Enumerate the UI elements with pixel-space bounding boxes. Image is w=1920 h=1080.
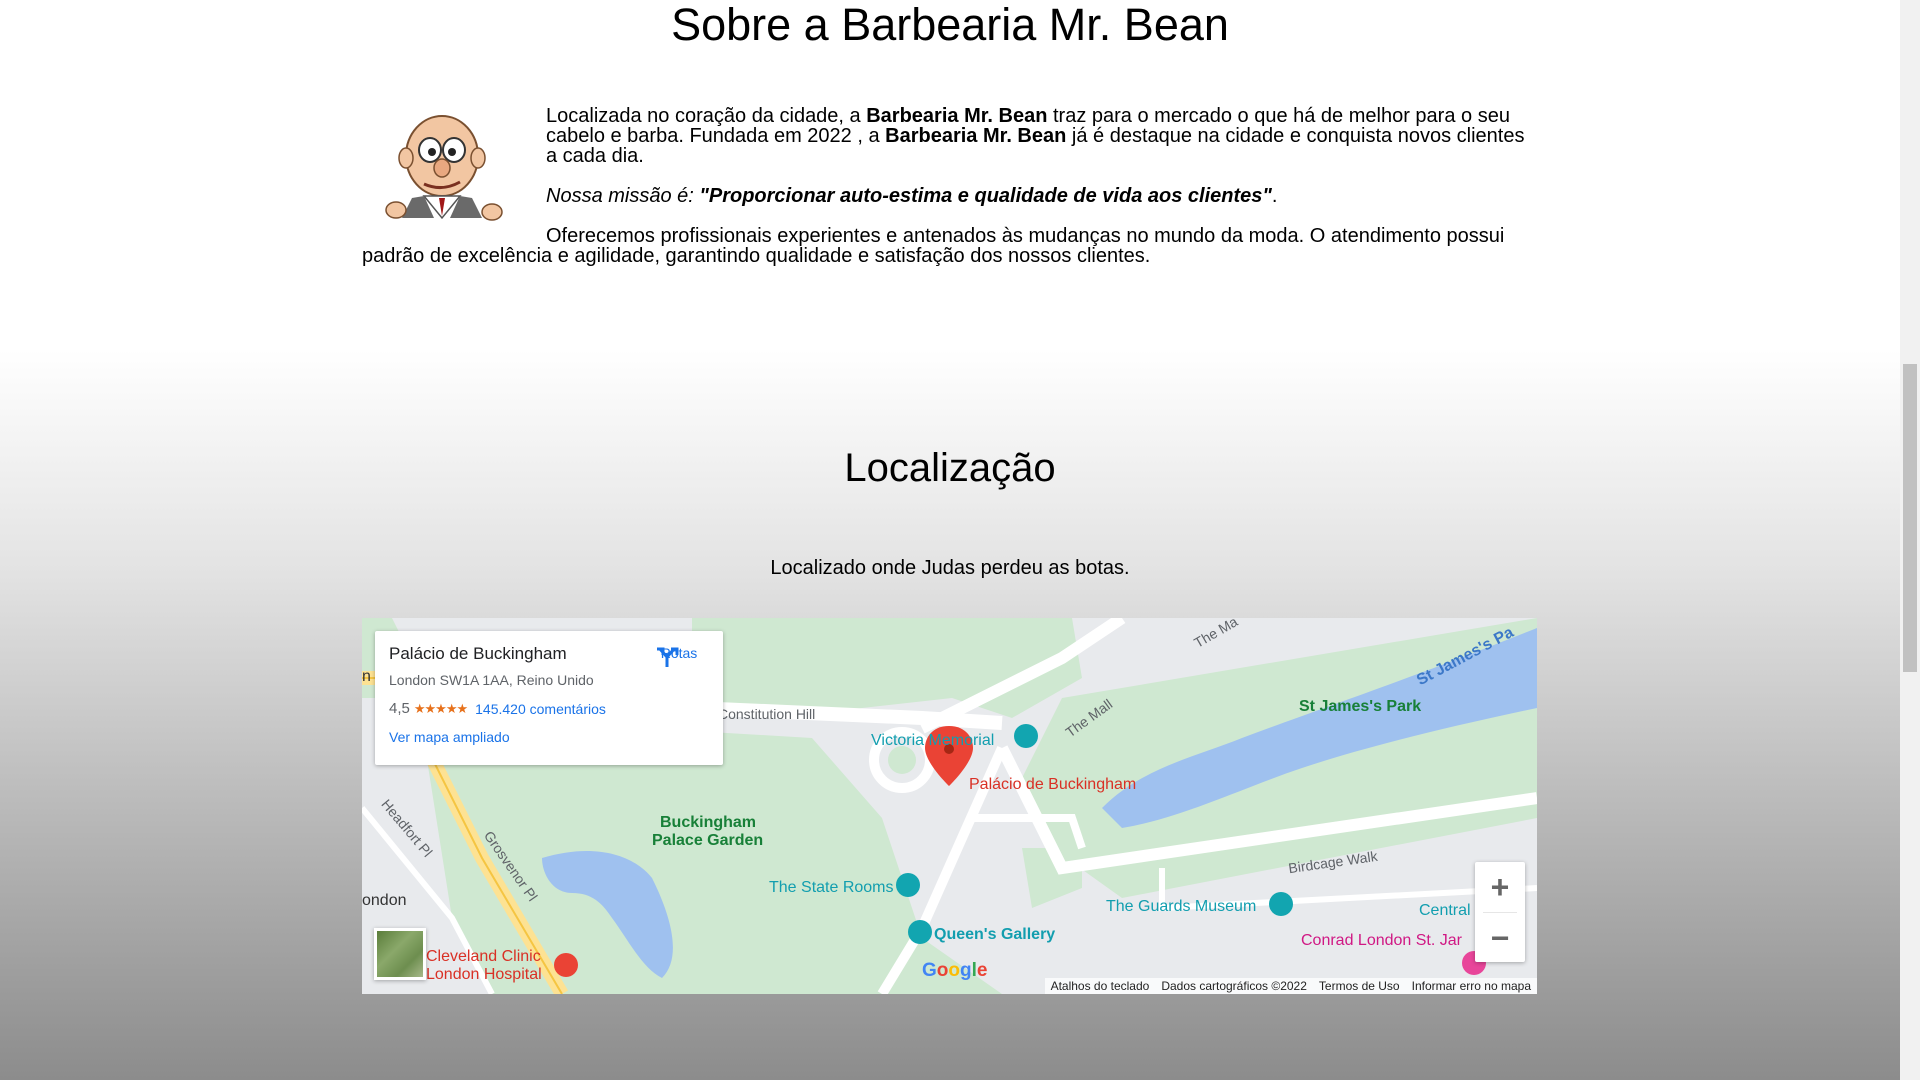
about-title: Sobre a Barbearia Mr. Bean: [671, 0, 1229, 50]
mission-text: "Proporcionar auto-estima e qualidade de…: [699, 185, 1272, 207]
brand-name: Barbearia Mr. Bean: [866, 105, 1048, 127]
intro-text-a: Localizada no coração da cidade, a: [546, 105, 867, 127]
map-label-central: Central: [1419, 902, 1471, 919]
map-label-queens-gallery: Queen's Gallery: [934, 926, 1056, 943]
keyboard-shortcuts-link[interactable]: Atalhos do teclado: [1051, 979, 1150, 993]
location-subtitle: Localizado onde Judas perdeu as botas.: [770, 557, 1130, 579]
map-label-palace-pin: Palácio de Buckingham: [969, 776, 1137, 793]
brand-name: Barbearia Mr. Bean: [885, 125, 1067, 147]
place-address: London SW1A 1AA, Reino Unido: [389, 672, 594, 688]
zoom-out-button[interactable]: −: [1475, 913, 1525, 963]
about-paragraph-services: Oferecemos profissionais experientes e a…: [362, 225, 1505, 267]
map-label-n: n: [362, 668, 371, 685]
directions-icon: [657, 647, 679, 667]
map-label-cleveland-2: London Hospital: [426, 966, 542, 983]
google-logo: Google: [922, 960, 988, 981]
mr-bean-cartoon-image: [362, 106, 522, 226]
page-scrollbar[interactable]: [1900, 0, 1920, 1080]
location-section: Localização Localizado onde Judas perdeu…: [0, 350, 1900, 1080]
map-label-state-rooms: The State Rooms: [769, 879, 894, 896]
zoom-controls: + −: [1475, 862, 1525, 962]
rating-stars-icon: ★★★★★: [413, 700, 468, 716]
map-label-palace-garden-2: Palace Garden: [652, 832, 764, 849]
report-error-link[interactable]: Informar erro no mapa: [1412, 979, 1531, 993]
rating-value: 4,5: [389, 700, 410, 717]
directions-button[interactable]: Rotas: [655, 645, 703, 667]
view-larger-map-link[interactable]: Ver mapa ampliado: [389, 729, 709, 745]
mission-end: .: [1271, 185, 1278, 207]
map-data-text: Dados cartográficos ©2022: [1161, 979, 1307, 993]
mission-statement: Nossa missão é: "Proporcionar auto-estim…: [362, 186, 1538, 206]
map-attribution-bar: Atalhos do teclado Dados cartográficos ©…: [1044, 978, 1537, 994]
map-label-guards-museum: The Guards Museum: [1106, 898, 1257, 915]
terms-link[interactable]: Termos de Uso: [1319, 979, 1400, 993]
map-label-victoria-memorial: Victoria Memorial: [871, 732, 995, 749]
about-section: Sobre a Barbearia Mr. Bean Localizada no…: [0, 0, 1900, 350]
place-info-card: Palácio de Buckingham London SW1A 1AA, R…: [375, 631, 723, 765]
map-label-london: ondon: [362, 892, 407, 909]
map-label-st-james-park: St James's Park: [1299, 698, 1422, 715]
map-label-cleveland-1: Cleveland Clinic: [426, 948, 541, 965]
satellite-toggle-thumbnail[interactable]: [374, 928, 426, 980]
about-paragraph-intro: Localizada no coração da cidade, a Barbe…: [362, 106, 1538, 166]
map-label-constitution-hill: Constitution Hill: [718, 706, 816, 722]
embedded-map[interactable]: Constitution Hill Victoria Memorial The …: [362, 618, 1537, 994]
about-body: Localizada no coração da cidade, a Barbe…: [362, 106, 1538, 266]
reviews-link[interactable]: 145.420 comentários: [475, 701, 606, 717]
zoom-in-button[interactable]: +: [1475, 862, 1525, 912]
location-title: Localização: [844, 446, 1056, 490]
map-label-conrad: Conrad London St. Jar: [1301, 932, 1462, 949]
scrollbar-thumb[interactable]: [1903, 364, 1917, 672]
place-rating-row: 4,5 ★★★★★ 145.420 comentários: [389, 700, 709, 717]
mission-label: Nossa missão é:: [546, 185, 700, 207]
page: Sobre a Barbearia Mr. Bean Localizada no…: [0, 0, 1900, 1080]
map-label-palace-garden-1: Buckingham: [660, 814, 757, 831]
